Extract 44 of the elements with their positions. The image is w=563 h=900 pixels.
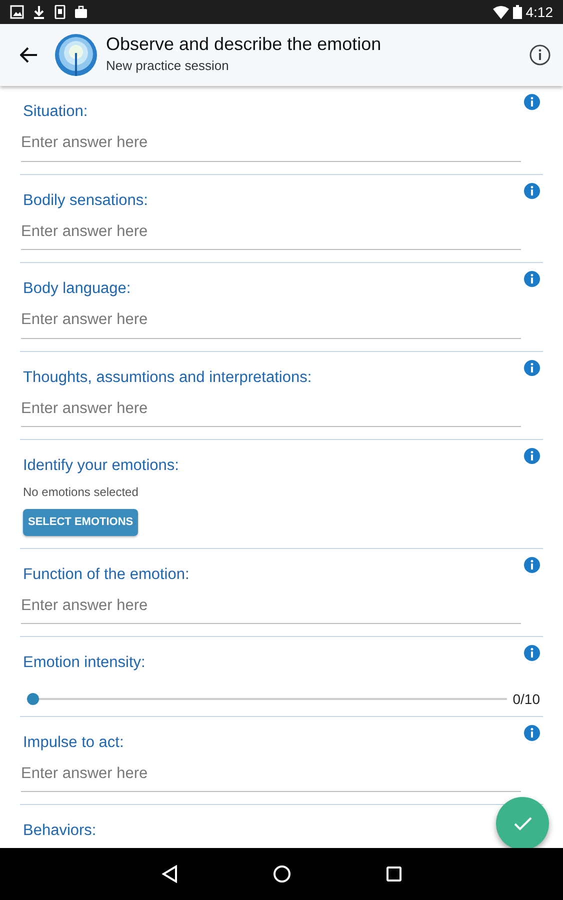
field-label: Body language: xyxy=(23,279,131,299)
screen-subtitle: New practice session xyxy=(106,57,230,76)
selection-note: No emotions selected xyxy=(23,484,140,502)
field-label: Behaviors: xyxy=(23,821,96,841)
info-icon[interactable] xyxy=(524,556,540,573)
answer-field[interactable]: Enter answer here xyxy=(21,388,521,427)
info-icon[interactable] xyxy=(524,94,540,110)
answer-field[interactable]: Enter answer here xyxy=(21,212,521,250)
field-label: Impulse to act: xyxy=(23,732,124,752)
screen-title: Observe and describe the emotion xyxy=(106,34,382,56)
recents-icon[interactable] xyxy=(386,866,402,882)
phone-icon xyxy=(54,5,66,19)
info-icon[interactable] xyxy=(529,44,551,66)
field-label: Situation: xyxy=(23,102,88,122)
field-label: Thoughts, assumtions and interpretations: xyxy=(23,368,312,388)
field-label: Identify your emotions: xyxy=(23,456,179,476)
briefcase-icon xyxy=(74,5,88,19)
info-icon[interactable] xyxy=(524,724,540,740)
slider-thumb[interactable] xyxy=(27,693,39,705)
download-icon xyxy=(32,5,46,19)
answer-field[interactable]: Enter answer here xyxy=(21,300,521,338)
info-icon[interactable] xyxy=(524,645,540,662)
field-label: Function of the emotion: xyxy=(23,564,190,585)
slider-reading: 0/10 xyxy=(512,690,540,708)
info-icon[interactable] xyxy=(524,271,540,287)
wifi-icon xyxy=(492,6,509,18)
field-label: Bodily sensations: xyxy=(23,190,148,210)
info-icon[interactable] xyxy=(524,360,540,376)
confirm-button[interactable] xyxy=(496,797,549,848)
check-icon xyxy=(514,816,532,830)
status-time: 4:12 xyxy=(526,2,553,22)
image-icon xyxy=(10,5,24,19)
select-emotions-button[interactable]: SELECT EMOTIONS xyxy=(23,509,138,536)
answer-field[interactable]: Enter answer here xyxy=(21,754,521,792)
field-label: Emotion intensity: xyxy=(23,653,146,674)
battery-icon xyxy=(512,5,522,19)
answer-field[interactable]: Enter answer here xyxy=(21,586,521,624)
answer-field[interactable]: Enter answer here xyxy=(21,123,521,162)
info-icon[interactable] xyxy=(524,182,540,198)
home-icon[interactable] xyxy=(272,865,290,883)
info-icon[interactable] xyxy=(524,448,540,464)
app-logo-icon xyxy=(54,33,98,77)
back-arrow-icon[interactable] xyxy=(20,47,38,63)
back-icon[interactable] xyxy=(162,865,178,883)
